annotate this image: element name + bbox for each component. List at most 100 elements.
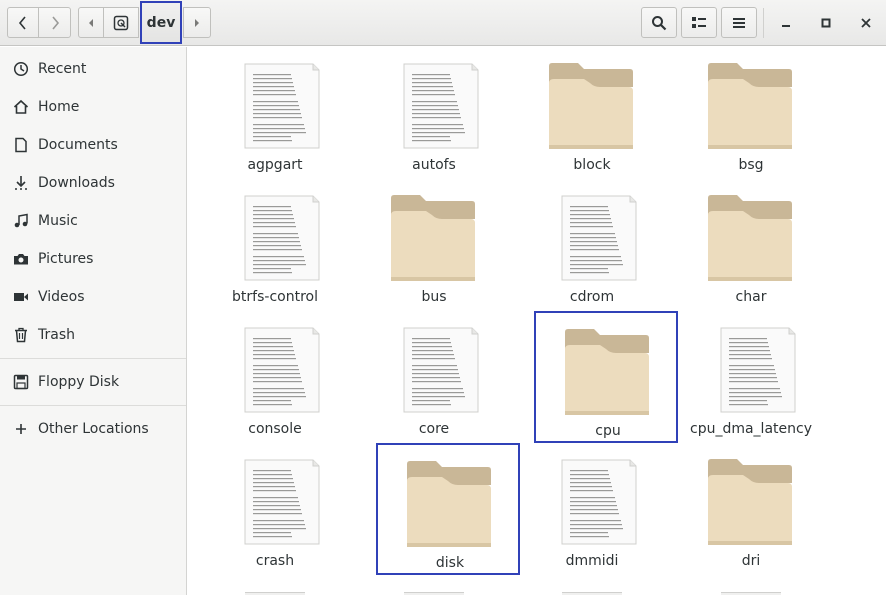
- video-icon: [13, 289, 29, 305]
- folder-icon: [708, 195, 792, 281]
- sidebar-item-documents[interactable]: Documents: [0, 128, 186, 162]
- item-name: dmmidi: [565, 553, 619, 569]
- sidebar-item-other-locations[interactable]: Other Locations: [0, 412, 186, 446]
- search-icon: [652, 15, 667, 30]
- sidebar-item-label: Recent: [38, 61, 87, 77]
- folder-thumbnail: [679, 453, 823, 545]
- file-thumbnail: [520, 453, 664, 545]
- item-name: bsg: [738, 157, 764, 173]
- file-item[interactable]: cpu_dma_latency: [679, 311, 823, 443]
- home-icon: [13, 99, 29, 115]
- sidebar-item-videos[interactable]: Videos: [0, 280, 186, 314]
- maximize-button[interactable]: [810, 7, 841, 38]
- header-separator: [763, 8, 764, 38]
- item-name: bus: [421, 289, 447, 305]
- file-item[interactable]: autofs: [362, 47, 506, 179]
- folder-item[interactable]: disk: [376, 443, 520, 575]
- sidebar-item-label: Floppy Disk: [38, 374, 120, 390]
- list-view-icon: [692, 16, 706, 28]
- floppy-icon: [13, 374, 29, 390]
- item-name: cpu: [595, 423, 621, 439]
- folder-item[interactable]: cpu: [534, 311, 678, 443]
- camera-icon: [13, 251, 29, 267]
- text-file-icon: [244, 327, 320, 413]
- sidebar: Recent Home Documents Downloads Music Pi…: [0, 47, 187, 595]
- folder-item[interactable]: dri: [679, 443, 823, 575]
- sidebar-item-floppy-disk[interactable]: Floppy Disk: [0, 365, 186, 399]
- clock-icon: [13, 61, 29, 77]
- item-name: disk: [435, 555, 465, 571]
- folder-icon: [407, 461, 491, 547]
- close-button[interactable]: [850, 7, 881, 38]
- drive-icon: [113, 15, 129, 30]
- item-name: cpu_dma_latency: [690, 421, 812, 437]
- folder-thumbnail: [679, 57, 823, 149]
- sidebar-separator: [0, 405, 186, 406]
- file-thumbnail: [362, 57, 506, 149]
- folder-item[interactable]: bsg: [679, 47, 823, 179]
- path-label: dev: [146, 14, 176, 31]
- folder-icon: [708, 63, 792, 149]
- sidebar-item-music[interactable]: Music: [0, 204, 186, 238]
- item-name: dri: [741, 553, 761, 569]
- minimize-button[interactable]: [770, 7, 801, 38]
- file-item[interactable]: dmmidi: [520, 443, 664, 575]
- item-name: crash: [255, 553, 295, 569]
- file-thumbnail: [520, 189, 664, 281]
- music-icon: [13, 213, 29, 229]
- file-item[interactable]: console: [203, 311, 347, 443]
- item-name: char: [735, 289, 767, 305]
- file-item[interactable]: core: [362, 311, 506, 443]
- folder-item[interactable]: bus: [362, 179, 506, 311]
- maximize-icon: [821, 18, 830, 27]
- folder-item[interactable]: block: [520, 47, 664, 179]
- folder-icon: [565, 329, 649, 415]
- folder-icon: [708, 459, 792, 545]
- item-name: block: [573, 157, 611, 173]
- text-file-icon: [403, 63, 479, 149]
- root-path-button[interactable]: [103, 7, 139, 38]
- back-button[interactable]: [7, 7, 39, 38]
- triangle-right-icon: [195, 18, 199, 27]
- folder-thumbnail: [679, 189, 823, 281]
- path-button-dev[interactable]: dev: [140, 1, 182, 44]
- triangle-left-icon: [89, 18, 93, 27]
- forward-button[interactable]: [38, 7, 71, 38]
- header-bar: dev: [0, 0, 886, 46]
- chevron-left-icon: [18, 15, 26, 30]
- sidebar-item-pictures[interactable]: Pictures: [0, 242, 186, 276]
- sidebar-separator: [0, 358, 186, 359]
- trash-icon: [13, 327, 29, 343]
- sidebar-item-trash[interactable]: Trash: [0, 318, 186, 352]
- path-scroll-left-button[interactable]: [78, 7, 104, 38]
- file-item[interactable]: agpgart: [203, 47, 347, 179]
- view-toggle-button[interactable]: [681, 7, 717, 38]
- file-item[interactable]: btrfs-control: [203, 179, 347, 311]
- folder-item[interactable]: char: [679, 179, 823, 311]
- sidebar-item-label: Other Locations: [38, 421, 149, 437]
- file-thumbnail: [203, 453, 347, 545]
- hamburger-icon: [733, 17, 745, 28]
- sidebar-item-label: Documents: [38, 137, 118, 153]
- sidebar-item-label: Pictures: [38, 251, 94, 267]
- item-name: btrfs-control: [232, 289, 318, 305]
- file-thumbnail: [362, 321, 506, 413]
- sidebar-item-label: Trash: [38, 327, 75, 343]
- file-item[interactable]: cdrom: [520, 179, 664, 311]
- sidebar-item-downloads[interactable]: Downloads: [0, 166, 186, 200]
- text-file-icon: [720, 327, 796, 413]
- item-name: core: [418, 421, 450, 437]
- download-icon: [13, 175, 29, 191]
- menu-button[interactable]: [721, 7, 757, 38]
- close-icon: [860, 17, 871, 28]
- file-thumbnail: [203, 321, 347, 413]
- sidebar-item-home[interactable]: Home: [0, 90, 186, 124]
- search-button[interactable]: [641, 7, 677, 38]
- folder-thumbnail: [536, 323, 680, 415]
- sidebar-item-recent[interactable]: Recent: [0, 52, 186, 86]
- item-name: autofs: [412, 157, 456, 173]
- file-thumbnail: [679, 321, 823, 413]
- path-scroll-right-button[interactable]: [183, 7, 211, 38]
- text-file-icon: [244, 459, 320, 545]
- file-item[interactable]: crash: [203, 443, 347, 575]
